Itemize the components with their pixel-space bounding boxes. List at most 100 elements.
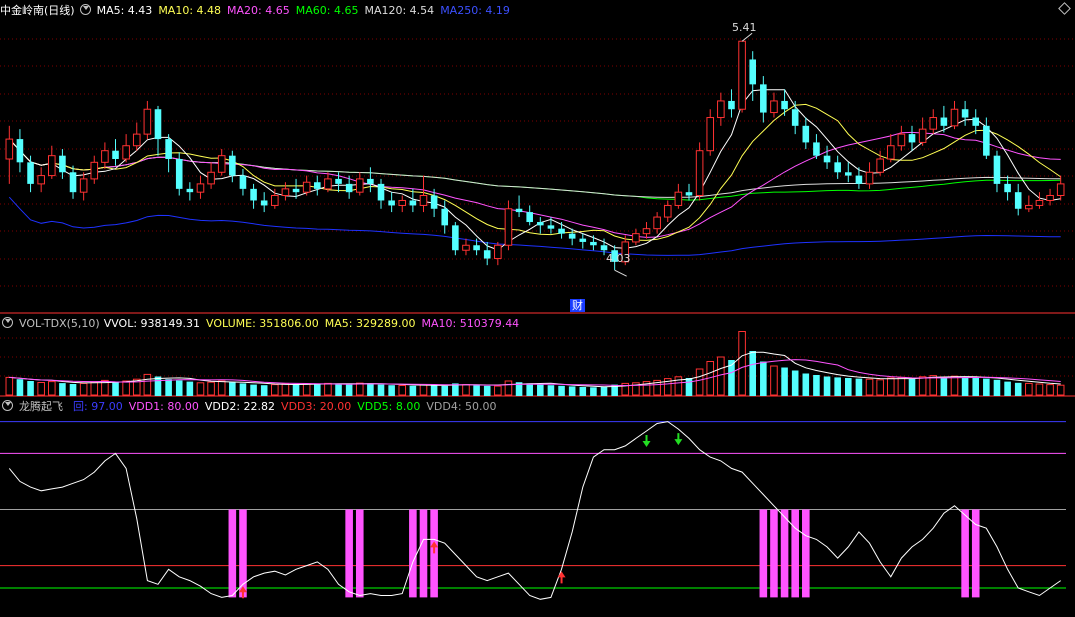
volume-bar — [377, 384, 385, 396]
candle-body — [781, 100, 788, 110]
ma60-label: MA60: 4.65 — [295, 4, 359, 17]
volume-bar — [791, 370, 799, 396]
volume-bar — [16, 379, 24, 396]
vdd2-line — [8, 421, 1061, 600]
candle-body — [79, 178, 88, 193]
dropdown-circle-icon[interactable] — [79, 4, 91, 15]
candle-body — [685, 192, 693, 196]
volume-bar — [175, 380, 183, 396]
volume-bar — [112, 381, 119, 396]
candle-body — [950, 108, 959, 127]
signal-bar — [780, 509, 789, 598]
candle-body — [642, 228, 651, 235]
candle-body — [419, 194, 428, 206]
volume-bar — [504, 380, 513, 396]
ma10-line — [8, 103, 1061, 241]
volume-bar — [313, 384, 321, 396]
ma20-label: MA20: 4.65 — [227, 4, 290, 17]
volume-bar — [844, 378, 852, 396]
volume-bar — [196, 382, 205, 396]
candle-body — [674, 191, 683, 206]
signal-bar — [430, 509, 438, 598]
candle-body — [367, 178, 374, 184]
volume-bar — [770, 365, 778, 396]
volume-bar — [165, 379, 172, 396]
volume-bar — [940, 376, 948, 396]
candle-body — [929, 117, 938, 130]
candle-body — [377, 183, 385, 201]
indicator-header: 龙腾起飞 回: 97.00 VDD1: 80.00 VDD2: 22.82 VDD3: … — [0, 399, 503, 414]
finance-marker[interactable]: 财 — [570, 299, 585, 312]
dropdown-circle-icon-3[interactable] — [2, 400, 13, 411]
candle-body — [547, 225, 555, 229]
volume-bar — [1014, 382, 1022, 396]
volume-bar — [367, 383, 374, 396]
vol-ma5-label: MA5: 329289.00 — [324, 317, 416, 330]
volume-bar — [579, 387, 587, 396]
candle-body — [250, 188, 257, 201]
candle-body — [834, 162, 841, 173]
candle-body — [5, 138, 14, 160]
candle-body — [175, 159, 183, 189]
chart-canvas — [0, 32, 1075, 600]
volume-label: VOLUME: 351806.00 — [206, 317, 319, 330]
candle-body — [504, 208, 513, 246]
candle-body — [663, 204, 672, 218]
candle-body — [1014, 192, 1022, 209]
volume-bar — [229, 382, 236, 396]
candle-body — [770, 100, 778, 114]
candle-body — [897, 133, 906, 147]
candle-body — [738, 40, 746, 110]
vdd5-label: VDD5: 8.00 — [357, 400, 421, 413]
candle-body — [972, 117, 980, 126]
candle-body — [494, 244, 502, 260]
volume-bar — [738, 331, 746, 396]
candle-body — [207, 171, 215, 185]
candle-body — [579, 238, 587, 242]
volume-bar — [69, 384, 77, 396]
candle-body — [143, 108, 152, 135]
volume-bar — [90, 381, 99, 396]
signal-bar — [355, 509, 364, 598]
candle-body — [186, 188, 194, 193]
candle-body — [983, 125, 990, 156]
candle-body — [122, 145, 130, 160]
volume-bar — [37, 382, 45, 396]
vol-indicator-name: VOL-TDX(5,10) — [19, 317, 100, 330]
candle-body — [165, 139, 172, 159]
ma10-label: MA10: 4.48 — [158, 4, 222, 17]
volume-bar — [122, 380, 130, 396]
volume-bar — [695, 368, 704, 396]
dropdown-circle-icon-2[interactable] — [2, 317, 13, 328]
candle-body — [760, 84, 767, 113]
candle-body — [281, 188, 290, 196]
volume-bar — [494, 385, 502, 396]
candle-body — [101, 150, 109, 163]
volume-bar — [600, 387, 608, 396]
chart-stage — [0, 0, 1075, 614]
candle-body — [940, 117, 948, 126]
volume-bar — [972, 378, 980, 396]
signal-bar — [419, 509, 428, 598]
candle-body — [239, 175, 247, 189]
candle-body — [324, 178, 332, 190]
volume-bar — [929, 375, 938, 396]
volume-bar — [1025, 382, 1033, 396]
indicator-name: 龙腾起飞 — [19, 400, 63, 413]
candle-body — [345, 183, 353, 193]
volume-bar — [388, 385, 395, 396]
volume-bar — [897, 376, 906, 396]
volume-bar — [483, 385, 491, 396]
vol-ma10-label: MA10: 510379.44 — [421, 317, 520, 330]
volume-bar — [537, 384, 544, 396]
volume-bar — [430, 385, 438, 396]
candle-body — [515, 208, 523, 213]
volume-bar — [324, 382, 332, 396]
candle-body — [196, 183, 205, 193]
volume-bar — [1035, 383, 1044, 396]
volume-bar — [1004, 381, 1011, 396]
volume-bar — [749, 351, 757, 396]
candle-body — [59, 155, 66, 173]
volume-bar — [983, 378, 990, 396]
signal-bar — [802, 509, 810, 598]
